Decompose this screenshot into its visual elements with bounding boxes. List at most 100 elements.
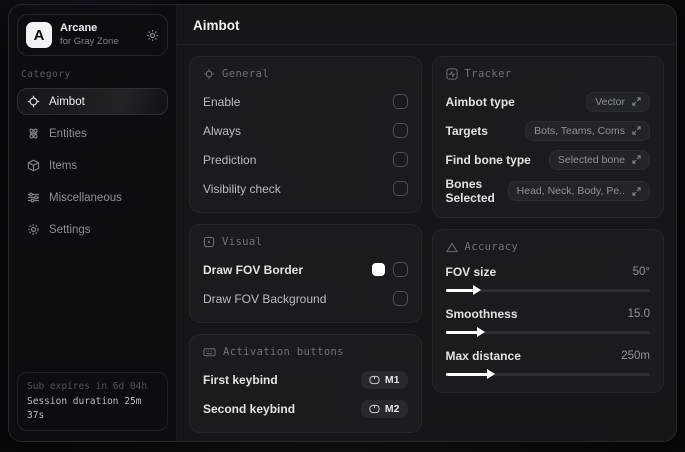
slider-thumb[interactable]: [473, 285, 482, 295]
setting-label: Max distance: [445, 349, 521, 363]
setting-label: Enable: [203, 94, 241, 109]
setting-row: First keybind M1: [203, 368, 408, 391]
app-logo: A: [26, 22, 52, 48]
crosshair-icon: [203, 68, 215, 80]
keyboard-icon: [203, 346, 216, 358]
sidebar-item-label: Aimbot: [49, 95, 85, 108]
setting-label: First keybind: [203, 372, 278, 387]
smoothness-slider[interactable]: [445, 326, 650, 338]
keybind-value: M1: [384, 373, 400, 386]
activation-card: Activation buttons First keybind M1 Seco…: [189, 334, 422, 433]
expand-icon: [632, 126, 641, 135]
setting-row: Draw FOV Border: [203, 258, 408, 281]
accuracy-card-header: Accuracy: [445, 241, 651, 253]
find-bone-type-select[interactable]: Selected bone: [548, 149, 650, 170]
always-checkbox[interactable]: [392, 123, 408, 138]
draw-fov-background-checkbox[interactable]: [392, 291, 408, 306]
sidebar-item-miscellaneous[interactable]: Miscellaneous: [17, 184, 168, 211]
setting-label: Aimbot type: [445, 94, 515, 109]
card-title-label: Activation buttons: [223, 346, 344, 358]
row-controls: [371, 262, 408, 277]
sidebar-item-label: Entities: [49, 127, 87, 140]
mouse-icon: [369, 404, 380, 414]
main-body: General Enable Always Prediction Visibil…: [177, 45, 676, 441]
setting-row: Enable: [203, 90, 408, 113]
setting-label: Find bone type: [445, 152, 531, 167]
activation-card-header: Activation buttons: [203, 346, 408, 358]
setting-row: Visibility check: [203, 177, 408, 200]
slider-header: FOV size 50°: [446, 263, 651, 281]
brand-card: A Arcane for Gray Zone: [17, 14, 168, 56]
select-value: Head, Neck, Body, Pe..: [516, 185, 625, 197]
sidebar-item-settings[interactable]: Settings: [17, 216, 168, 243]
setting-row: Bones Selected Head, Neck, Body, Pe..: [446, 177, 650, 205]
enable-checkbox[interactable]: [392, 94, 408, 109]
slider-fill: [445, 327, 486, 337]
setting-row: Always: [203, 119, 408, 142]
page-title: Aimbot: [177, 5, 676, 45]
tracker-card-header: Tracker: [445, 68, 651, 80]
triangle-icon: [445, 242, 458, 253]
session-duration-text: Session duration 25m 37s: [27, 395, 142, 421]
left-column: General Enable Always Prediction Visibil…: [189, 56, 422, 433]
visibility-check-checkbox[interactable]: [392, 181, 408, 196]
general-card: General Enable Always Prediction Visibil…: [189, 56, 422, 213]
fov-size-slider[interactable]: [445, 284, 650, 296]
crosshair-icon: [27, 95, 40, 108]
sidebar: A Arcane for Gray Zone Category Aimbot E…: [9, 5, 177, 441]
setting-label: Second keybind: [203, 401, 296, 416]
setting-label: Targets: [445, 123, 488, 138]
setting-row: Find bone type Selected bone: [445, 148, 650, 171]
keybind-value: M2: [384, 402, 400, 415]
package-icon: [27, 159, 40, 172]
targets-select[interactable]: Bots, Teams, Coms: [525, 120, 650, 141]
sidebar-item-items[interactable]: Items: [17, 152, 168, 179]
slider-thumb[interactable]: [487, 369, 496, 379]
setting-label: Prediction: [203, 152, 257, 167]
max-distance-setting: Max distance 250m: [445, 347, 650, 380]
card-title-label: Accuracy: [464, 241, 519, 253]
card-title-label: Tracker: [464, 68, 512, 80]
draw-fov-border-checkbox[interactable]: [392, 262, 408, 277]
bones-selected-select[interactable]: Head, Neck, Body, Pe..: [507, 181, 650, 201]
fov-size-setting: FOV size 50°: [445, 263, 651, 296]
slider-fill: [445, 285, 482, 295]
focus-icon: [203, 236, 215, 248]
sidebar-item-aimbot[interactable]: Aimbot: [17, 88, 168, 115]
select-value: Bots, Teams, Coms: [534, 124, 625, 137]
smoothness-setting: Smoothness 15.0: [445, 305, 650, 338]
setting-label: FOV size: [445, 265, 497, 279]
slider-value: 250m: [621, 350, 650, 362]
setting-label: Draw FOV Background: [203, 291, 327, 306]
sidebar-item-entities[interactable]: Entities: [17, 120, 168, 147]
setting-row: Prediction: [203, 148, 408, 171]
gear-icon[interactable]: [146, 29, 159, 42]
prediction-checkbox[interactable]: [392, 152, 408, 167]
max-distance-slider[interactable]: [445, 368, 650, 380]
brand-text: Arcane for Gray Zone: [60, 22, 138, 48]
select-value: Selected bone: [557, 153, 625, 166]
card-title-label: Visual: [222, 236, 263, 248]
slider-thumb[interactable]: [477, 327, 486, 337]
visual-card: Visual Draw FOV Border Draw FOV Backgrou…: [189, 224, 422, 323]
right-column: Tracker Aimbot type Vector Targets Bots,…: [431, 56, 664, 393]
sidebar-item-label: Settings: [49, 223, 91, 236]
first-keybind-button[interactable]: M1: [360, 370, 408, 389]
app-subtitle: for Gray Zone: [60, 35, 119, 47]
main-panel: Aimbot General Enable Always Prediction …: [177, 5, 676, 441]
app-name: Arcane: [60, 22, 98, 35]
setting-label: Smoothness: [445, 307, 518, 321]
fov-border-color-swatch[interactable]: [371, 263, 385, 276]
setting-row: Second keybind M2: [203, 397, 408, 420]
setting-row: Draw FOV Background: [203, 287, 408, 310]
aimbot-type-select[interactable]: Vector: [586, 91, 650, 112]
sliders-icon: [27, 191, 40, 204]
expand-icon: [632, 186, 641, 196]
slider-fill: [445, 369, 496, 379]
expand-icon: [632, 155, 641, 164]
expand-icon: [632, 97, 641, 106]
card-title-label: General: [222, 68, 270, 80]
setting-row: Targets Bots, Teams, Coms: [445, 119, 650, 142]
second-keybind-button[interactable]: M2: [360, 399, 408, 418]
setting-label: Always: [203, 123, 242, 138]
